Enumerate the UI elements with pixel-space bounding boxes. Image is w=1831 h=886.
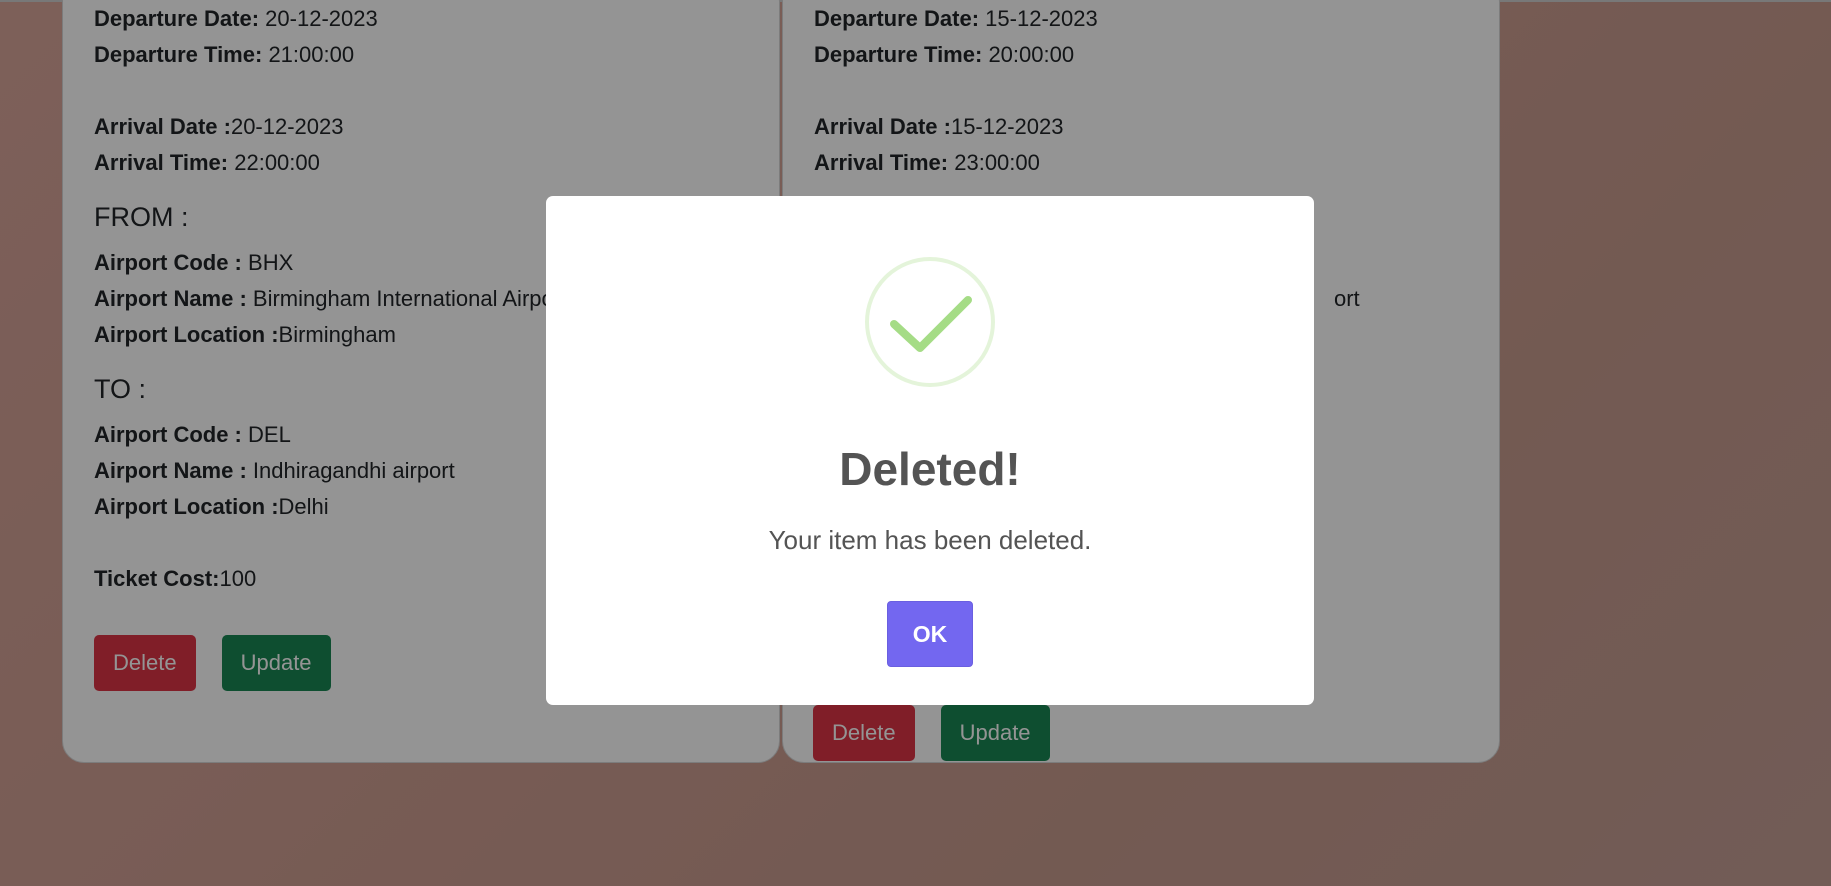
modal-title: Deleted!	[839, 443, 1021, 495]
checkmark-success-icon	[864, 256, 996, 388]
success-dialog: Deleted! Your item has been deleted. OK	[546, 196, 1314, 705]
modal-message: Your item has been deleted.	[768, 525, 1092, 555]
ok-button[interactable]: OK	[887, 601, 973, 667]
